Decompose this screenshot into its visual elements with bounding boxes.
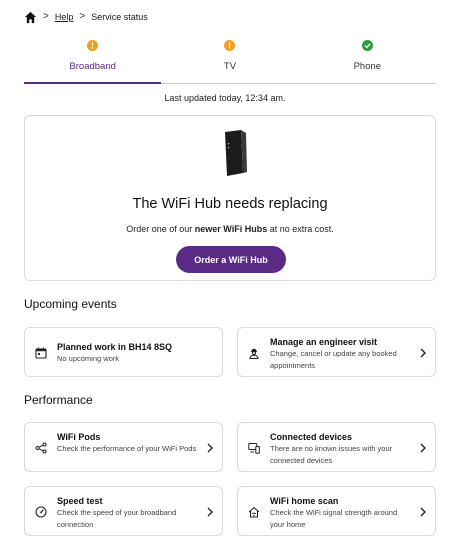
breadcrumb-current: Service status [91, 12, 148, 22]
wifi-home-icon [248, 506, 260, 518]
card-title: WiFi home scan [270, 496, 339, 506]
card-title: Manage an engineer visit [270, 337, 378, 347]
card-description: No upcoming work [57, 354, 120, 363]
tab-phone[interactable]: Phone [299, 38, 436, 83]
engineer-visit-card[interactable]: Manage an engineer visit Change, cancel … [237, 327, 436, 377]
hero-title: The WiFi Hub needs replacing [132, 196, 328, 212]
tab-label: TV [223, 61, 237, 72]
wifi-pods-card[interactable]: WiFi Pods Check the performance of your … [24, 422, 223, 472]
last-updated-text: Last updated today, 12:34 am. [164, 93, 286, 103]
hero-text-bold: newer WiFi Hubs [194, 224, 268, 234]
hero-text: Order one of our newer WiFi Hubs at no e… [126, 224, 334, 234]
engineer-icon [248, 347, 260, 359]
warning-icon [87, 40, 99, 51]
chevron-right-icon [419, 348, 427, 358]
chevron-right-icon [419, 507, 427, 517]
chevron-right-icon [206, 443, 214, 453]
wifi-hub-icon [225, 130, 247, 176]
card-title: Connected devices [270, 432, 353, 442]
tab-tv[interactable]: TV [161, 38, 298, 83]
warning-icon [224, 40, 236, 51]
chevron-right-icon [206, 507, 214, 517]
card-description: There are no known issues with your conn… [270, 444, 393, 465]
speedometer-icon [35, 506, 47, 518]
hub-replacement-card: The WiFi Hub needs replacing Order one o… [24, 115, 436, 281]
breadcrumb-help-link[interactable]: Help [55, 12, 74, 22]
breadcrumb: > Help > Service status [24, 9, 148, 25]
service-tabs: Broadband TV Phone [24, 38, 436, 84]
chevron-right-icon: > [43, 11, 49, 22]
planned-work-card: Planned work in BH14 8SQ No upcoming wor… [24, 327, 223, 377]
order-wifi-hub-button[interactable]: Order a WiFi Hub [176, 246, 286, 273]
performance-heading: Performance [24, 393, 93, 407]
devices-icon [248, 442, 260, 454]
card-title: Speed test [57, 496, 103, 506]
card-title: WiFi Pods [57, 432, 101, 442]
tab-broadband[interactable]: Broadband [24, 38, 162, 84]
card-description: Check the performance of your WiFi Pods [57, 444, 197, 453]
calendar-icon [35, 347, 47, 359]
chevron-right-icon: > [79, 11, 86, 22]
card-title: Planned work in BH14 8SQ [57, 342, 173, 352]
tab-label: Phone [353, 61, 382, 72]
tab-label: Broadband [69, 61, 116, 72]
card-description: Check the speed of your broadband connec… [57, 508, 177, 529]
share-nodes-icon [35, 442, 47, 454]
speed-test-card[interactable]: Speed test Check the speed of your broad… [24, 486, 223, 536]
check-icon [361, 40, 373, 51]
home-icon[interactable] [24, 11, 37, 24]
upcoming-events-heading: Upcoming events [24, 297, 117, 311]
chevron-right-icon [419, 443, 427, 453]
card-description: Change, cancel or update any booked appo… [270, 349, 397, 370]
connected-devices-card[interactable]: Connected devices There are no known iss… [237, 422, 436, 472]
wifi-home-scan-card[interactable]: WiFi home scan Check the WiFi signal str… [237, 486, 436, 536]
card-description: Check the WiFi signal strength around yo… [270, 508, 398, 529]
